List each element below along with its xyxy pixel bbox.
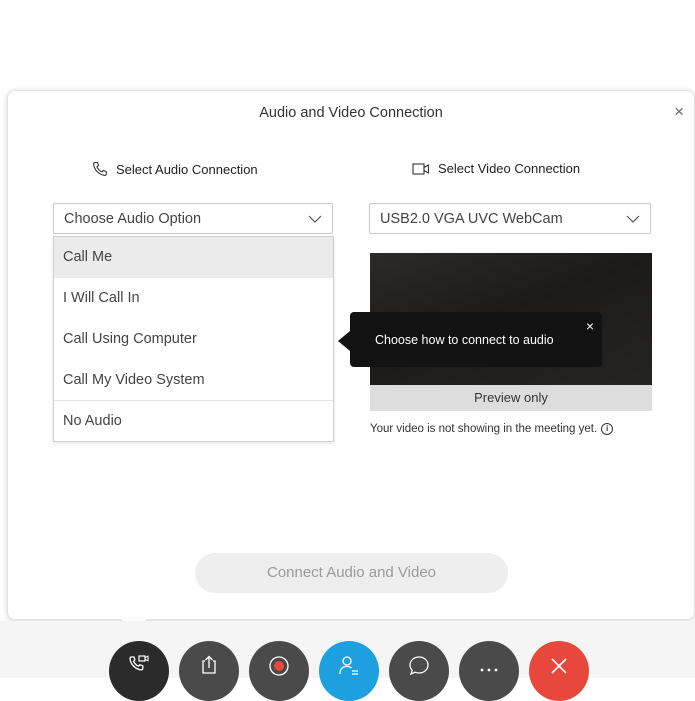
audio-section-heading: Select Audio Connection [92,161,258,177]
more-icon [480,668,498,672]
audio-connect-button[interactable] [109,641,169,701]
audio-option-call-me[interactable]: Call Me [54,237,333,278]
audio-tooltip: Choose how to connect to audio × [350,312,602,367]
preview-label: Preview only [370,385,652,411]
video-status-text: Your video is not showing in the meeting… [370,423,598,435]
video-status: Your video is not showing in the meeting… [370,423,614,435]
chat-icon [409,656,429,676]
tooltip-text: Choose how to connect to audio [375,333,554,347]
audio-section-label: Select Audio Connection [116,161,258,177]
tooltip-arrow [338,331,350,351]
share-button[interactable] [179,641,239,701]
audio-option-call-in[interactable]: I Will Call In [54,278,333,319]
audio-option-select[interactable]: Choose Audio Option [53,203,333,234]
video-section-label: Select Video Connection [438,161,581,176]
participants-button[interactable] [319,641,379,701]
end-meeting-button[interactable] [529,641,589,701]
audio-option-video-system[interactable]: Call My Video System [54,359,333,400]
end-icon [551,658,567,674]
audio-select-value: Choose Audio Option [64,210,202,227]
phone-video-icon [129,655,149,671]
share-icon [202,655,216,674]
video-device-select[interactable]: USB2.0 VGA UVC WebCam [369,203,651,234]
record-button[interactable] [249,641,309,701]
chevron-down-icon [308,215,322,223]
record-icon [269,656,289,676]
participants-icon [339,656,358,675]
chat-button[interactable] [389,641,449,701]
camera-icon [412,162,430,175]
audio-option-computer[interactable]: Call Using Computer [54,319,333,360]
audio-option-no-audio[interactable]: No Audio [54,400,333,441]
dialog-title: Audio and Video Connection [259,105,443,121]
more-options-button[interactable] [459,641,519,701]
video-section-heading: Select Video Connection [412,161,580,176]
phone-icon [93,161,107,176]
audio-options-dropdown: Call Me I Will Call In Call Using Comput… [53,236,334,442]
close-icon[interactable]: × [586,318,594,334]
video-select-value: USB2.0 VGA UVC WebCam [380,210,563,227]
chevron-down-icon [626,215,640,223]
connect-audio-video-button[interactable]: Connect Audio and Video [195,553,508,593]
info-icon[interactable]: i [601,423,614,435]
audio-video-dialog: Audio and Video Connection × Select Audi… [7,90,695,620]
meeting-toolbar [0,621,695,701]
close-icon[interactable]: × [674,103,684,120]
